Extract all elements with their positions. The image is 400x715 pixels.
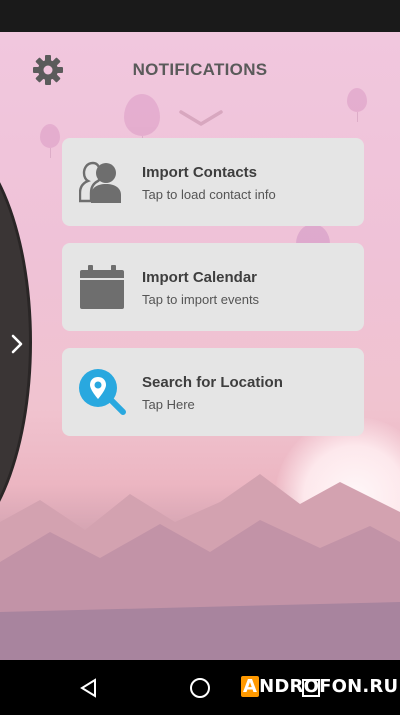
watermark: A NDROFON.RU: [241, 676, 398, 697]
card-subtitle: Tap Here: [142, 397, 195, 412]
contacts-icon: [78, 158, 126, 206]
import-calendar-card[interactable]: Import Calendar Tap to import events: [62, 243, 364, 331]
drawer-expand-button[interactable]: [6, 330, 28, 358]
home-circle-icon: [190, 678, 210, 698]
location-search-icon: [78, 368, 126, 416]
chevron-down-icon: [179, 110, 223, 126]
import-contacts-card[interactable]: Import Contacts Tap to load contact info: [62, 138, 364, 226]
chevron-right-icon: [11, 334, 23, 354]
card-title: Import Calendar: [142, 269, 258, 286]
notifications-screen: NOTIFICATIONS Import Contacts Tap to loa…: [0, 32, 400, 660]
calendar-icon: [78, 263, 126, 311]
mountains-decoration: [0, 474, 400, 660]
status-bar: [0, 0, 400, 32]
card-subtitle: Tap to load contact info: [142, 187, 276, 202]
watermark-badge: A: [241, 676, 260, 697]
card-title: Import Contacts: [142, 164, 258, 181]
card-title: Search for Location: [142, 374, 283, 391]
back-triangle-icon: [80, 678, 96, 698]
back-button[interactable]: [75, 674, 103, 702]
balloon-decoration: [40, 124, 60, 158]
watermark-text: NDROFON.RU: [259, 676, 399, 697]
home-button[interactable]: [186, 674, 214, 702]
collapse-button[interactable]: [179, 108, 223, 128]
search-location-card[interactable]: Search for Location Tap Here: [62, 348, 364, 436]
balloon-decoration: [347, 88, 367, 122]
balloon-decoration: [124, 94, 160, 146]
page-title: NOTIFICATIONS: [132, 60, 268, 79]
card-subtitle: Tap to import events: [142, 292, 260, 307]
